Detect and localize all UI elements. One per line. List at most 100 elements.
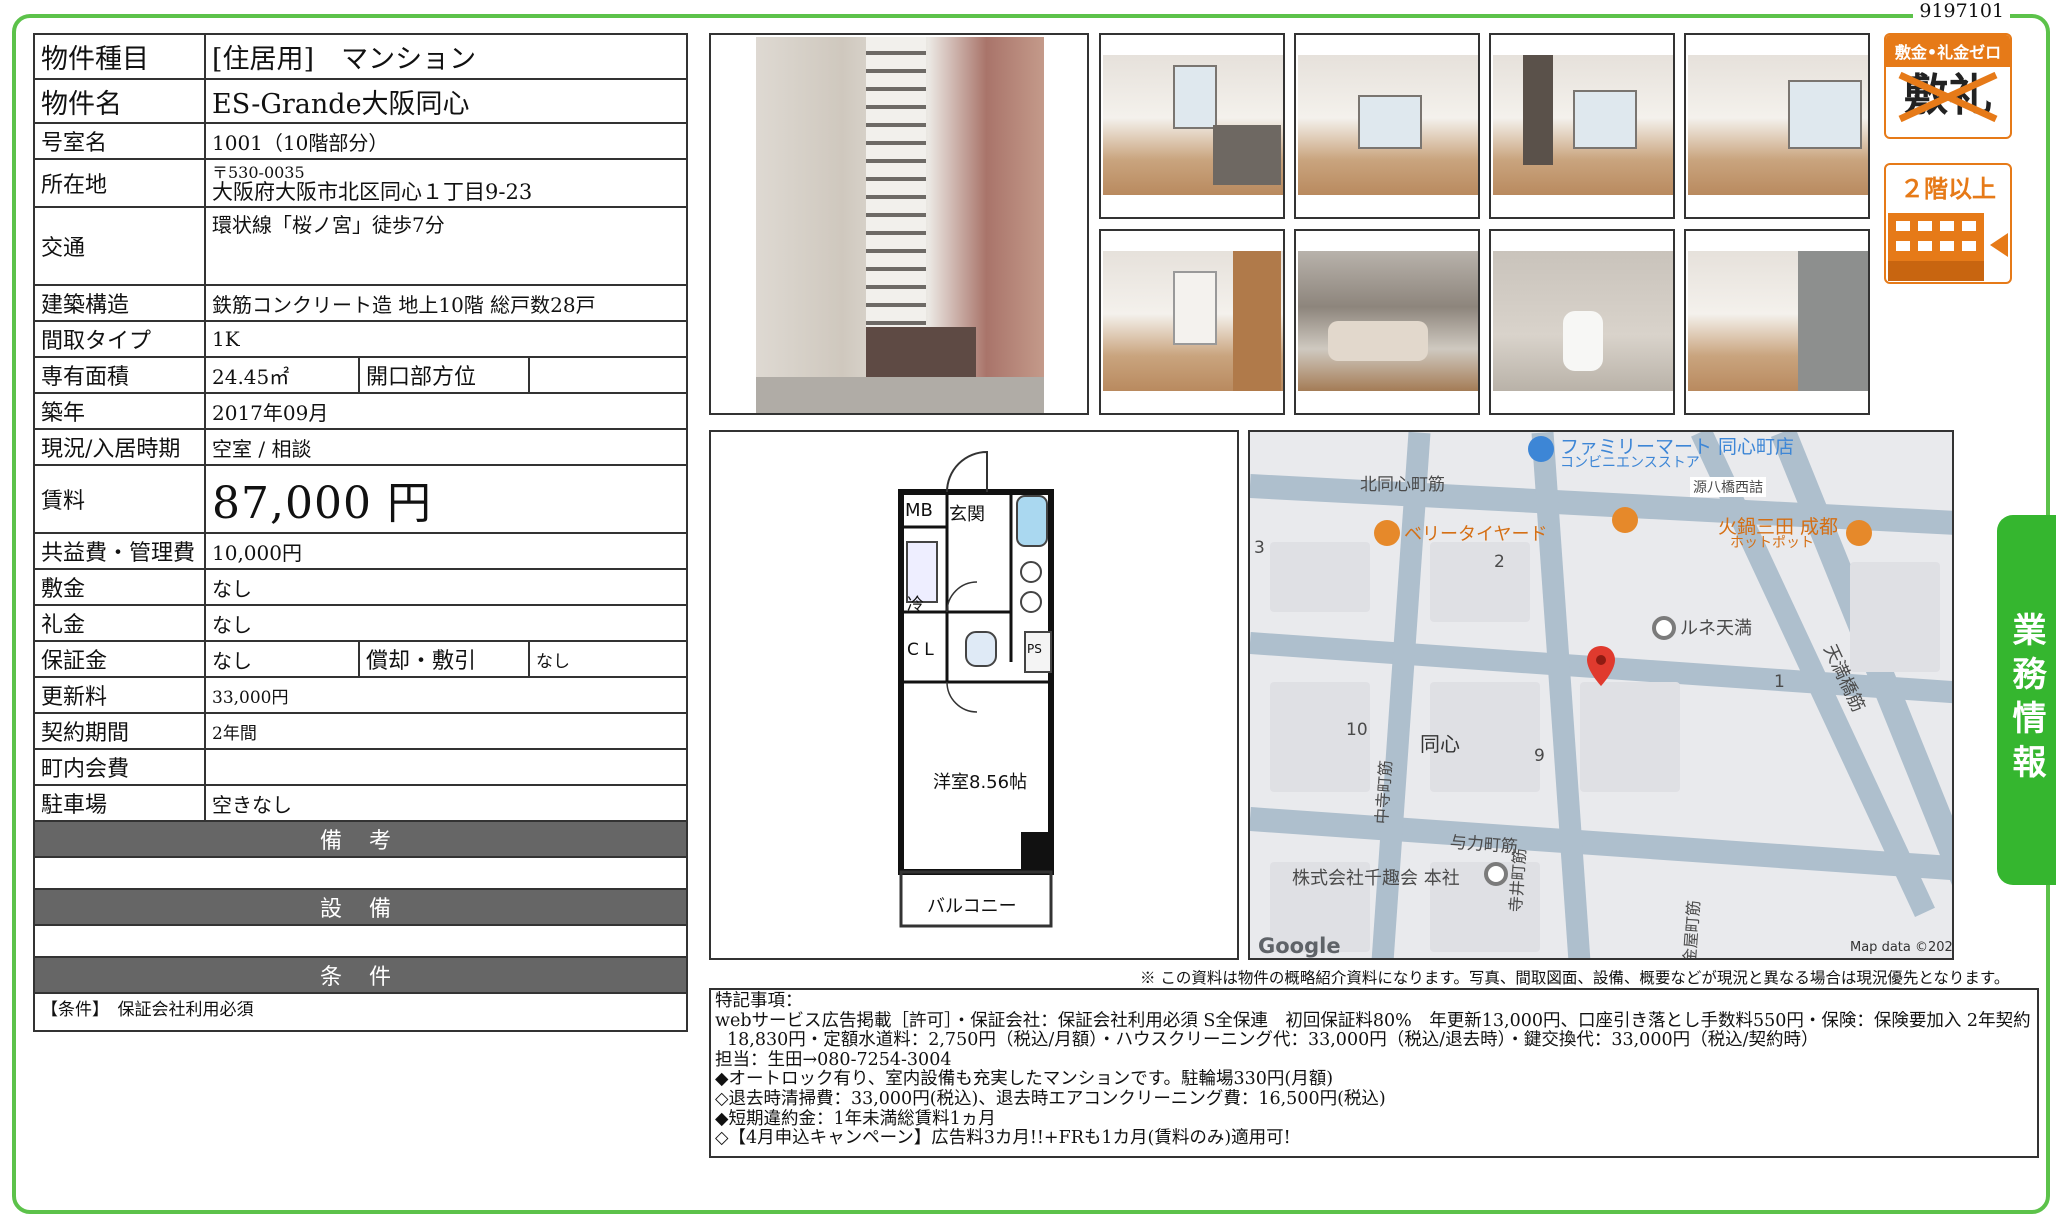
remarks-line: ◇【4月申込キャンペーン】広告料3カ月!!+FRも1カ月(賃料のみ)適用可!: [715, 1128, 1291, 1149]
plan-mb-label: MB: [905, 500, 933, 521]
plan-closet-label: C L: [907, 640, 934, 660]
term-label: 契約期間: [33, 712, 206, 750]
hotpot-icon[interactable]: [1846, 520, 1872, 546]
plan-balcony-label: バルコニー: [927, 896, 1017, 917]
amort-value: なし: [527, 640, 689, 678]
opening-value: [527, 356, 689, 394]
area-value: 24.45㎡: [204, 356, 360, 394]
name-value: ES-Grande大阪同心: [203, 78, 689, 124]
block-1: 1: [1774, 672, 1785, 692]
layout-value: 1K: [203, 320, 689, 358]
hallway-photo: [1684, 229, 1870, 415]
block-2: 2: [1494, 552, 1505, 572]
convenience-store-icon[interactable]: [1528, 436, 1554, 462]
address-cell: 〒530-0035 大阪府大阪市北区同心１丁目9-23: [203, 158, 689, 208]
remarks-line: webサービス広告掲載［許可］・保証会社：保証会社利用必須 S全保連 初回保証料…: [715, 1010, 2031, 1031]
deposit-label: 敷金: [33, 568, 206, 606]
notes-value: [32, 856, 689, 890]
zero-deposit-text: 敷礼: [1886, 67, 2010, 125]
amort-label: 償却・敷引: [358, 640, 530, 678]
community-value: [203, 748, 689, 786]
remarks-line: ◇退去時清掃費：33,000円(税込)、退去時エアコンクリーニング費：16,50…: [715, 1088, 1386, 1109]
map-data-credit: Map data ©2025: [1850, 940, 1954, 955]
floor-plan: MB 玄関 冷 C L PS 洋室8.56帖 バルコニー: [709, 430, 1239, 960]
cross-out-icon: [1898, 71, 1998, 123]
built-value: 2017年09月: [203, 392, 689, 430]
address-value: 大阪府大阪市北区同心１丁目9-23: [212, 179, 533, 204]
second-floor-text: ２階以上: [1900, 175, 1996, 203]
structure-value: 鉄筋コンクリート造 地上10階 総戸数28戸: [203, 284, 689, 322]
renewal-value: 33,000円: [203, 676, 689, 714]
plan-ps-label: PS: [1027, 642, 1042, 656]
fee-value: 10,000円: [203, 532, 689, 570]
parking-value: 空きなし: [203, 784, 689, 822]
rent-label: 賃料: [33, 464, 206, 534]
type-label: 物件種目: [33, 33, 206, 80]
access-value: 環状線「桜ノ宮」徒歩7分: [203, 206, 689, 286]
area-label: 専有面積: [33, 356, 206, 394]
parking-label: 駐車場: [33, 784, 206, 822]
building-exterior-photo: [709, 33, 1089, 415]
guarantee-label: 保証金: [33, 640, 206, 678]
rune-tenma-label: ルネ天満: [1680, 618, 1752, 639]
community-label: 町内会費: [33, 748, 206, 786]
living-room-photo-3: [1684, 33, 1870, 219]
room-value: 1001（10階部分）: [203, 122, 689, 160]
company-label: 株式会社千趣会 本社: [1292, 868, 1460, 889]
status-value: 空室 / 相談: [203, 428, 689, 466]
plan-entrance-label: 玄関: [949, 504, 985, 525]
deposit-value: なし: [203, 568, 689, 606]
living-room-photo-1: [1294, 33, 1480, 219]
business-info-tab[interactable]: 業務情報: [1997, 515, 2056, 885]
kitchen-photo: [1099, 33, 1285, 219]
fee-label: 共益費・管理費: [33, 532, 206, 570]
location-pin-icon[interactable]: [1586, 644, 1616, 688]
hinabe-sub: ホットポット: [1730, 535, 1814, 551]
location-map[interactable]: ファミリーマート 同心町店 コンビニエンスストア 北同心町筋 源八橋西詰 ベリー…: [1248, 430, 1954, 960]
notes-header: 備 考: [32, 820, 689, 858]
conditions-header: 条 件: [32, 956, 689, 994]
plan-room-label: 洋室8.56帖: [933, 772, 1028, 793]
rune-tenma-icon[interactable]: [1652, 616, 1676, 640]
living-room-photo-2: [1489, 33, 1675, 219]
disclaimer: ※ この資料は物件の概略紹介資料になります。写真、間取図面、設備、概要などが現況…: [1140, 969, 2010, 987]
plan-fridge-label: 冷: [907, 595, 924, 615]
keymoney-label: 礼金: [33, 604, 206, 642]
remarks-line: ◆オートロック有り、室内設備も充実したマンションです。駐輪場330円(月額): [715, 1069, 1334, 1090]
access-label: 交通: [33, 206, 206, 286]
berry-label: ベリータイヤード: [1404, 524, 1548, 545]
street-north-label: 北同心町筋: [1360, 475, 1445, 495]
structure-label: 建築構造: [33, 284, 206, 322]
property-info-table: 物件種目 [住居用] マンション 物件名 ES-Grande大阪同心 号室名 1…: [32, 33, 689, 1032]
renewal-label: 更新料: [33, 676, 206, 714]
room-label: 号室名: [33, 122, 206, 160]
second-floor-badge: ２階以上: [1884, 163, 2012, 284]
block-10: 10: [1346, 720, 1368, 740]
building-icon: [1888, 213, 2008, 281]
opening-label: 開口部方位: [358, 356, 530, 394]
address-label: 所在地: [33, 158, 206, 208]
block-3: 3: [1254, 538, 1265, 558]
guarantee-value: なし: [204, 640, 360, 678]
zero-deposit-badge: 敷金•礼金ゼロ 敷礼: [1884, 33, 2012, 139]
equipment-header: 設 備: [32, 888, 689, 926]
zero-deposit-title: 敷金•礼金ゼロ: [1886, 35, 2010, 67]
genpachi-label: 源八橋西詰: [1690, 477, 1766, 497]
google-logo: Google: [1258, 934, 1341, 958]
type-value: [住居用] マンション: [203, 33, 689, 80]
term-value: 2年間: [203, 712, 689, 750]
rent-value: 87,000 円: [203, 464, 689, 534]
washroom-photo: [1099, 229, 1285, 415]
special-remarks: 特記事項： webサービス広告掲載［許可］・保証会社：保証会社利用必須 S全保連…: [709, 988, 2039, 1158]
bathroom-photo: [1294, 229, 1480, 415]
restaurant-icon[interactable]: [1374, 520, 1400, 546]
built-label: 築年: [33, 392, 206, 430]
conditions-value: 【条件】 保証会社利用必須: [32, 992, 689, 1032]
layout-label: 間取タイプ: [33, 320, 206, 358]
cafe-icon[interactable]: [1612, 507, 1638, 533]
familymart-sub: コンビニエンスストア: [1560, 455, 1700, 471]
remarks-line: 担当：生田→080-7254-3004: [715, 1049, 952, 1070]
toilet-photo: [1489, 229, 1675, 415]
document-id: 9197101: [1913, 0, 2010, 22]
keymoney-value: なし: [203, 604, 689, 642]
